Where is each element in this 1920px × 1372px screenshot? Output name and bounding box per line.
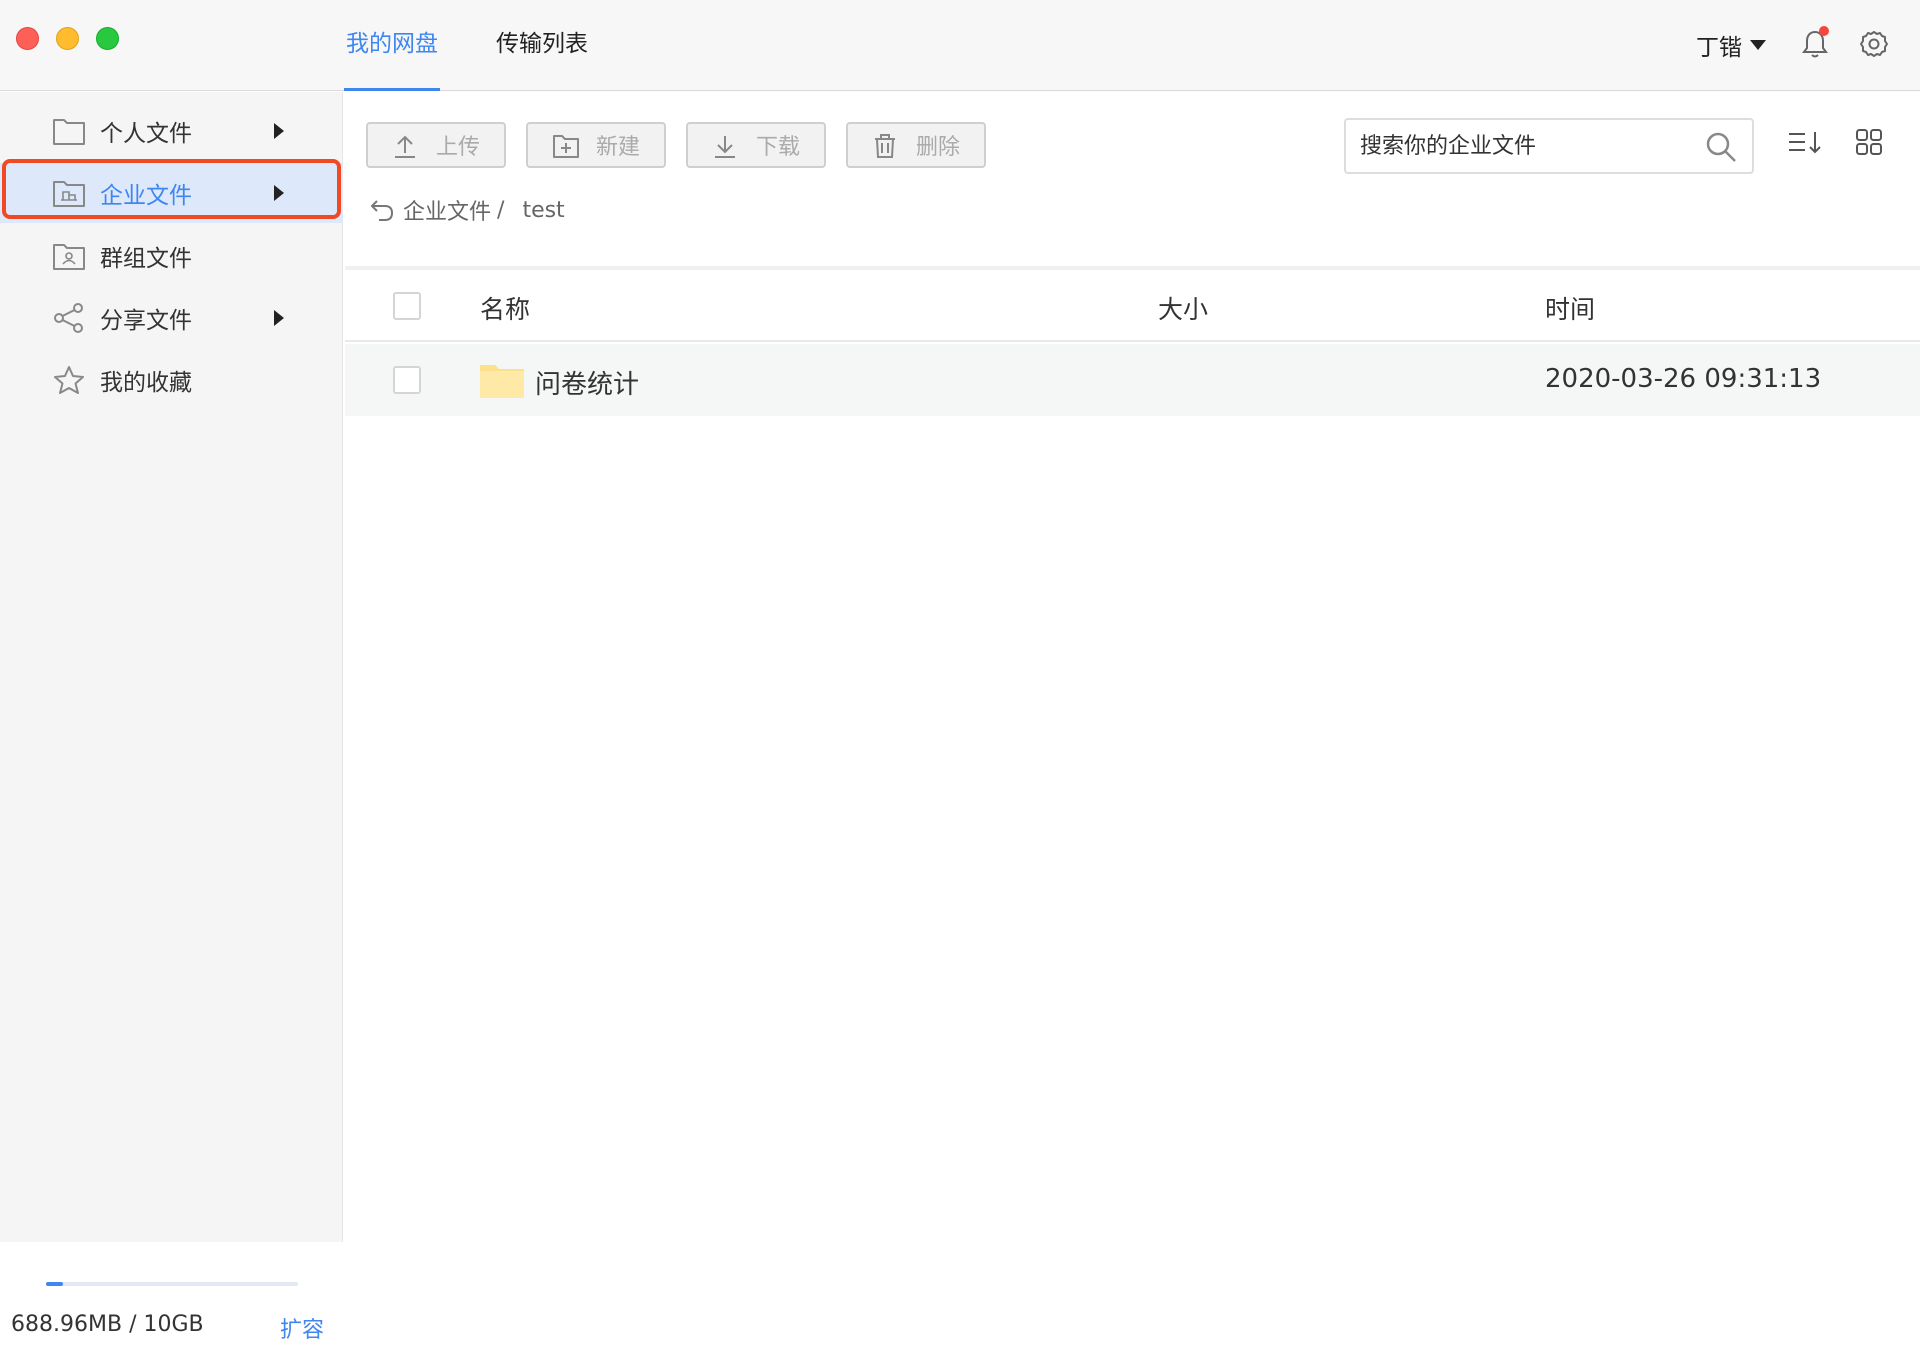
storage-total: 10GB: [143, 1312, 204, 1337]
sidebar-item-label: 群组文件: [100, 246, 192, 272]
star-icon: [54, 366, 84, 394]
storage-usage-text: 688.96MB / 10GB: [11, 1312, 204, 1337]
breadcrumb: 企业文件 / test: [369, 194, 565, 226]
share-icon: [54, 303, 83, 333]
window-maximize-button[interactable]: [96, 27, 119, 50]
caret-down-icon: [1750, 40, 1766, 50]
table-header: 名称 大小 时间: [345, 270, 1920, 342]
sort-icon[interactable]: [1787, 128, 1823, 158]
user-menu[interactable]: 丁锴: [1696, 28, 1766, 62]
main-content: 上传 新建 下载 删除 搜索你的企业文件 企业文件 / test 名称 大小 时…: [345, 92, 1920, 1280]
tab-my-drive[interactable]: 我的网盘: [344, 0, 440, 91]
sidebar-item-label: 分享文件: [100, 308, 192, 334]
storage-used: 688.96MB: [11, 1312, 123, 1337]
sidebar-item-personal[interactable]: 个人文件: [0, 101, 343, 161]
new-folder-icon: [553, 135, 579, 158]
delete-label: 删除: [916, 135, 961, 160]
column-header-time[interactable]: 时间: [1545, 290, 1595, 326]
folder-icon: [480, 365, 524, 398]
grid-view-icon[interactable]: [1855, 128, 1883, 156]
column-header-size[interactable]: 大小: [1158, 290, 1208, 326]
breadcrumb-current: test: [522, 197, 565, 223]
chevron-right-icon[interactable]: [274, 310, 284, 326]
storage-progress-fill: [46, 1282, 63, 1286]
user-name: 丁锴: [1696, 35, 1742, 61]
notification-dot: [1819, 26, 1829, 36]
new-folder-button[interactable]: 新建: [526, 122, 666, 168]
selection-highlight-box: [2, 159, 341, 219]
chevron-right-icon[interactable]: [274, 123, 284, 139]
column-header-name[interactable]: 名称: [480, 290, 530, 326]
window-minimize-button[interactable]: [56, 27, 79, 50]
tab-transfer-list[interactable]: 传输列表: [494, 0, 590, 91]
gear-icon[interactable]: [1860, 30, 1888, 58]
new-label: 新建: [596, 135, 641, 160]
search-input[interactable]: [1360, 128, 1690, 164]
download-label: 下载: [756, 135, 801, 160]
group-folder-icon: [53, 244, 85, 270]
table-row[interactable]: 问卷统计 2020-03-26 09:31:13: [345, 344, 1920, 416]
row-checkbox[interactable]: [393, 366, 421, 394]
delete-button[interactable]: 删除: [846, 122, 986, 168]
folder-icon: [53, 119, 85, 145]
sidebar-item-label: 个人文件: [100, 121, 192, 147]
app-window: 我的网盘 传输列表 丁锴 个人文件 企业文件 群组文件 分享文件 我的收藏 68…: [0, 0, 1920, 1372]
upload-icon: [395, 135, 415, 158]
search-icon[interactable]: [1704, 130, 1738, 164]
back-icon[interactable]: [369, 197, 395, 223]
expand-storage-link[interactable]: 扩容: [280, 1312, 324, 1344]
window-close-button[interactable]: [16, 27, 39, 50]
storage-panel: 688.96MB / 10GB 扩容: [0, 1242, 343, 1372]
storage-progress-bar: [46, 1282, 298, 1286]
breadcrumb-separator: /: [497, 197, 505, 223]
sidebar-item-favorites[interactable]: 我的收藏: [0, 350, 343, 410]
download-icon: [715, 136, 735, 158]
trash-icon: [875, 134, 895, 158]
sidebar-item-shared[interactable]: 分享文件: [0, 288, 343, 348]
file-time: 2020-03-26 09:31:13: [1545, 364, 1822, 394]
upload-button[interactable]: 上传: [366, 122, 506, 168]
sidebar-item-label: 我的收藏: [100, 370, 192, 396]
search-box: [1344, 118, 1754, 174]
storage-separator: /: [129, 1312, 137, 1337]
download-button[interactable]: 下载: [686, 122, 826, 168]
breadcrumb-parent[interactable]: 企业文件: [403, 194, 491, 226]
select-all-checkbox[interactable]: [393, 292, 421, 320]
title-bar: 我的网盘 传输列表 丁锴: [0, 0, 1920, 91]
file-name[interactable]: 问卷统计: [535, 364, 639, 401]
sidebar-item-group[interactable]: 群组文件: [0, 226, 343, 286]
sidebar: 个人文件 企业文件 群组文件 分享文件 我的收藏 688.96MB / 10GB…: [0, 92, 343, 1372]
upload-label: 上传: [436, 135, 481, 160]
